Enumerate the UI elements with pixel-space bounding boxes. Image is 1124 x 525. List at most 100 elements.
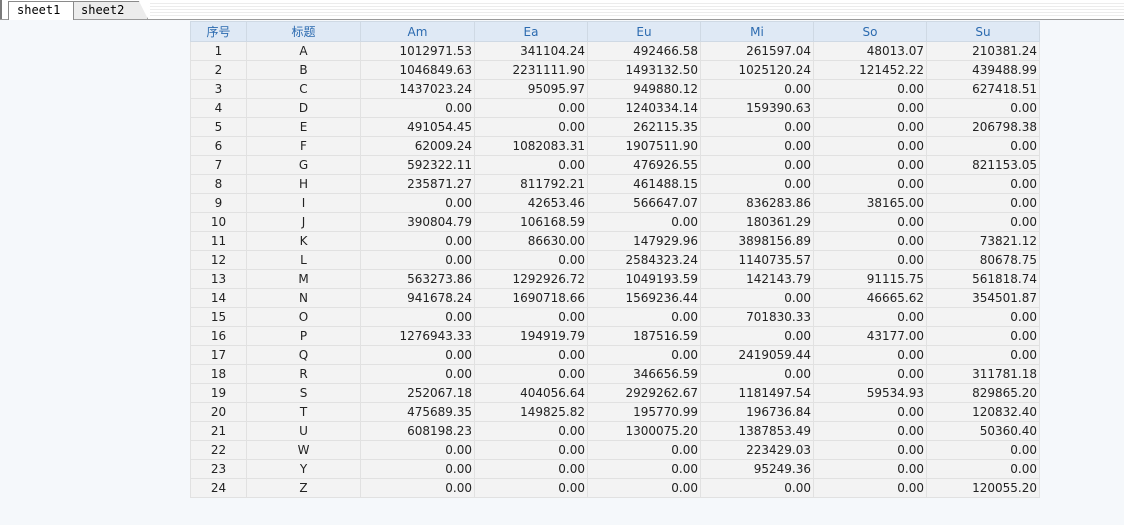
cell-eu[interactable]: 1907511.90 bbox=[587, 136, 701, 156]
cell-index[interactable]: 1 bbox=[190, 41, 247, 61]
cell-so[interactable]: 0.00 bbox=[813, 117, 927, 137]
cell-mi[interactable]: 0.00 bbox=[700, 155, 814, 175]
cell-so[interactable]: 91115.75 bbox=[813, 269, 927, 289]
table-row[interactable]: 24 Z 0.00 0.00 0.00 0.00 0.00 120055.20 bbox=[190, 478, 1040, 498]
cell-mi[interactable]: 180361.29 bbox=[700, 212, 814, 232]
cell-index[interactable]: 18 bbox=[190, 364, 247, 384]
table-row[interactable]: 7 G 592322.11 0.00 476926.55 0.00 0.00 821153.0… bbox=[190, 155, 1040, 175]
cell-mi[interactable]: 1140735.57 bbox=[700, 250, 814, 270]
cell-su[interactable]: 210381.24 bbox=[926, 41, 1040, 61]
cell-su[interactable]: 0.00 bbox=[926, 212, 1040, 232]
cell-su[interactable]: 206798.38 bbox=[926, 117, 1040, 137]
cell-title[interactable]: A bbox=[246, 41, 361, 61]
cell-mi[interactable]: 0.00 bbox=[700, 478, 814, 498]
cell-ea[interactable]: 811792.21 bbox=[474, 174, 588, 194]
cell-mi[interactable]: 3898156.89 bbox=[700, 231, 814, 251]
cell-mi[interactable]: 2419059.44 bbox=[700, 345, 814, 365]
cell-eu[interactable]: 147929.96 bbox=[587, 231, 701, 251]
cell-su[interactable]: 50360.40 bbox=[926, 421, 1040, 441]
cell-ea[interactable]: 95095.97 bbox=[474, 79, 588, 99]
cell-su[interactable]: 0.00 bbox=[926, 136, 1040, 156]
cell-su[interactable]: 561818.74 bbox=[926, 269, 1040, 289]
tab-sheet1[interactable]: sheet1 bbox=[8, 1, 74, 20]
table-row[interactable]: 14 N 941678.24 1690718.66 1569236.44 0.00 4666… bbox=[190, 288, 1040, 308]
cell-su[interactable]: 354501.87 bbox=[926, 288, 1040, 308]
cell-so[interactable]: 0.00 bbox=[813, 136, 927, 156]
cell-su[interactable]: 821153.05 bbox=[926, 155, 1040, 175]
cell-mi[interactable]: 0.00 bbox=[700, 117, 814, 137]
cell-so[interactable]: 0.00 bbox=[813, 459, 927, 479]
cell-ea[interactable]: 0.00 bbox=[474, 440, 588, 460]
cell-eu[interactable]: 0.00 bbox=[587, 459, 701, 479]
cell-ea[interactable]: 0.00 bbox=[474, 478, 588, 498]
cell-eu[interactable]: 476926.55 bbox=[587, 155, 701, 175]
cell-am[interactable]: 592322.11 bbox=[360, 155, 475, 175]
cell-so[interactable]: 0.00 bbox=[813, 307, 927, 327]
cell-so[interactable]: 0.00 bbox=[813, 79, 927, 99]
cell-am[interactable]: 0.00 bbox=[360, 193, 475, 213]
cell-am[interactable]: 252067.18 bbox=[360, 383, 475, 403]
cell-ea[interactable]: 0.00 bbox=[474, 117, 588, 137]
header-ea[interactable]: Ea bbox=[474, 21, 588, 42]
table-row[interactable]: 22 W 0.00 0.00 0.00 223429.03 0.00 0.00 bbox=[190, 440, 1040, 460]
cell-index[interactable]: 17 bbox=[190, 345, 247, 365]
cell-title[interactable]: P bbox=[246, 326, 361, 346]
cell-eu[interactable]: 1569236.44 bbox=[587, 288, 701, 308]
cell-mi[interactable]: 159390.63 bbox=[700, 98, 814, 118]
cell-am[interactable]: 475689.35 bbox=[360, 402, 475, 422]
cell-ea[interactable]: 0.00 bbox=[474, 98, 588, 118]
cell-am[interactable]: 0.00 bbox=[360, 364, 475, 384]
cell-so[interactable]: 0.00 bbox=[813, 231, 927, 251]
cell-so[interactable]: 48013.07 bbox=[813, 41, 927, 61]
cell-am[interactable]: 0.00 bbox=[360, 440, 475, 460]
cell-su[interactable]: 0.00 bbox=[926, 440, 1040, 460]
header-title[interactable]: 标题 bbox=[246, 21, 361, 42]
cell-title[interactable]: D bbox=[246, 98, 361, 118]
cell-eu[interactable]: 2929262.67 bbox=[587, 383, 701, 403]
cell-index[interactable]: 9 bbox=[190, 193, 247, 213]
cell-title[interactable]: C bbox=[246, 79, 361, 99]
cell-title[interactable]: L bbox=[246, 250, 361, 270]
cell-so[interactable]: 0.00 bbox=[813, 402, 927, 422]
cell-su[interactable]: 829865.20 bbox=[926, 383, 1040, 403]
cell-ea[interactable]: 149825.82 bbox=[474, 402, 588, 422]
cell-eu[interactable]: 187516.59 bbox=[587, 326, 701, 346]
cell-mi[interactable]: 836283.86 bbox=[700, 193, 814, 213]
cell-so[interactable]: 0.00 bbox=[813, 364, 927, 384]
cell-index[interactable]: 14 bbox=[190, 288, 247, 308]
cell-ea[interactable]: 341104.24 bbox=[474, 41, 588, 61]
cell-title[interactable]: U bbox=[246, 421, 361, 441]
cell-eu[interactable]: 1049193.59 bbox=[587, 269, 701, 289]
cell-index[interactable]: 8 bbox=[190, 174, 247, 194]
cell-ea[interactable]: 0.00 bbox=[474, 364, 588, 384]
cell-title[interactable]: I bbox=[246, 193, 361, 213]
cell-am[interactable]: 563273.86 bbox=[360, 269, 475, 289]
cell-mi[interactable]: 701830.33 bbox=[700, 307, 814, 327]
cell-ea[interactable]: 0.00 bbox=[474, 421, 588, 441]
table-row[interactable]: 6 F 62009.24 1082083.31 1907511.90 0.00 0.00 0.… bbox=[190, 136, 1040, 156]
table-row[interactable]: 13 M 563273.86 1292926.72 1049193.59 142143.7… bbox=[190, 269, 1040, 289]
cell-so[interactable]: 0.00 bbox=[813, 98, 927, 118]
cell-eu[interactable]: 1240334.14 bbox=[587, 98, 701, 118]
cell-am[interactable]: 0.00 bbox=[360, 459, 475, 479]
cell-title[interactable]: T bbox=[246, 402, 361, 422]
table-row[interactable]: 3 C 1437023.24 95095.97 949880.12 0.00 0.00 627… bbox=[190, 79, 1040, 99]
cell-title[interactable]: R bbox=[246, 364, 361, 384]
cell-title[interactable]: N bbox=[246, 288, 361, 308]
header-su[interactable]: Su bbox=[926, 21, 1040, 42]
cell-mi[interactable]: 261597.04 bbox=[700, 41, 814, 61]
cell-eu[interactable]: 566647.07 bbox=[587, 193, 701, 213]
cell-so[interactable]: 0.00 bbox=[813, 478, 927, 498]
table-row[interactable]: 21 U 608198.23 0.00 1300075.20 1387853.49 0.00… bbox=[190, 421, 1040, 441]
cell-eu[interactable]: 949880.12 bbox=[587, 79, 701, 99]
cell-ea[interactable]: 0.00 bbox=[474, 459, 588, 479]
cell-index[interactable]: 15 bbox=[190, 307, 247, 327]
table-row[interactable]: 5 E 491054.45 0.00 262115.35 0.00 0.00 206798.3… bbox=[190, 117, 1040, 137]
cell-eu[interactable]: 2584323.24 bbox=[587, 250, 701, 270]
cell-title[interactable]: W bbox=[246, 440, 361, 460]
cell-title[interactable]: Y bbox=[246, 459, 361, 479]
cell-su[interactable]: 0.00 bbox=[926, 326, 1040, 346]
header-mi[interactable]: Mi bbox=[700, 21, 814, 42]
cell-am[interactable]: 0.00 bbox=[360, 307, 475, 327]
cell-mi[interactable]: 142143.79 bbox=[700, 269, 814, 289]
